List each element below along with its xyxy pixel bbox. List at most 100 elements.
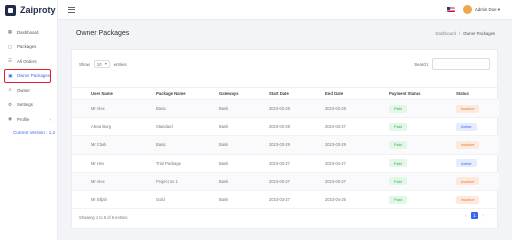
column-header-payment-status[interactable]: Payment Status — [370, 87, 437, 100]
cell-payment-status: Paid — [370, 135, 437, 155]
logo-text: Zaiproty — [20, 5, 56, 15]
previous-page-button[interactable]: ‹ — [463, 213, 469, 218]
sidebar-item-label: Packages — [17, 44, 37, 50]
orders-icon: ☰ — [8, 58, 12, 64]
sidebar-item-label: Dashboard — [17, 29, 39, 35]
hamburger-menu-icon[interactable] — [68, 6, 75, 13]
table-header-row: User Name Package Name Gateways Start Da… — [72, 87, 499, 100]
cell-status: Inactive — [437, 172, 499, 191]
next-page-button[interactable]: › — [480, 213, 486, 218]
sidebar-item-all-orders[interactable]: ☰ All Orders — [0, 54, 57, 69]
cell-start-date: 2023-03-29 — [250, 117, 306, 137]
cell-payment-status: Paid — [370, 154, 437, 173]
cell-end-date: 2023-04-27 — [306, 154, 370, 173]
table-row: Mr Hex Trial Package Bank 2023-03-27 202… — [72, 154, 499, 173]
sidebar: Zaiproty ▦ Dashboard ▢ Packages ☰ All Or… — [0, 0, 58, 240]
logo[interactable]: Zaiproty — [0, 0, 57, 20]
admin-name-dropdown[interactable]: Admin Doe ▾ — [475, 7, 500, 13]
cell-package: Standard — [137, 117, 200, 137]
search-area: Search: — [414, 58, 490, 70]
entries-summary: Showing 1 to 6 of 6 entries — [79, 215, 128, 220]
cell-payment-status: Paid — [370, 99, 437, 119]
column-header-status[interactable]: Status — [437, 87, 499, 100]
top-header: Admin Doe ▾ — [58, 0, 512, 20]
column-header-start-date[interactable]: Start Date — [250, 87, 306, 100]
paid-badge: Paid — [389, 159, 407, 168]
paid-badge: Paid — [389, 140, 407, 149]
cell-status: Active — [437, 117, 499, 137]
sidebar-item-label: All Orders — [17, 58, 37, 64]
sidebar-item-owner-packages[interactable]: ▣ Owner Packages — [4, 68, 51, 83]
owner-packages-card: Show 10 ▼ entries Search: User Name Pack… — [71, 49, 499, 229]
sidebar-nav: ▦ Dashboard ▢ Packages ☰ All Orders ▣ Ow… — [0, 25, 57, 135]
table-row: Mr Alex Project no 1 Bank 2023-03-27 202… — [72, 172, 499, 191]
cell-start-date: 2023-03-29 — [250, 135, 306, 155]
cell-status: Inactive — [437, 135, 499, 155]
column-header-gateways[interactable]: Gateways — [200, 87, 250, 100]
owner-packages-table: User Name Package Name Gateways Start Da… — [72, 87, 499, 210]
sidebar-item-settings[interactable]: ⚙ Settings — [0, 98, 57, 113]
status-badge: Inactive — [456, 140, 480, 149]
paid-badge: Paid — [389, 195, 407, 204]
box-icon: ▢ — [7, 43, 13, 49]
cell-gateway: Bank — [200, 172, 250, 191]
column-header-package-name[interactable]: Package Name — [137, 87, 200, 100]
us-flag-icon[interactable] — [446, 7, 455, 12]
breadcrumb-home-link[interactable]: Dashboard — [435, 31, 456, 36]
search-input[interactable] — [432, 58, 490, 70]
cell-gateway: Bank — [200, 99, 250, 119]
status-badge: Inactive — [456, 104, 480, 113]
table-row: Mr Clark Basic Bank 2023-03-29 2023-03-2… — [72, 135, 499, 155]
owner-packages-icon: ▣ — [8, 72, 13, 78]
cell-gateway: Bank — [200, 190, 250, 210]
header-user-area: Admin Doe ▾ — [446, 5, 500, 14]
cell-user: Mr Elljah — [72, 190, 137, 210]
status-badge: Active — [456, 122, 477, 131]
cell-payment-status: Paid — [370, 190, 437, 210]
chevron-right-icon: › — [49, 116, 51, 122]
page-1-button[interactable]: 1 — [471, 212, 478, 219]
breadcrumb-current: Owner Packages — [463, 31, 495, 36]
cell-package: Trial Package — [137, 154, 200, 173]
show-label: Show — [79, 61, 90, 67]
cell-payment-status: Paid — [370, 172, 437, 191]
chevron-down-icon: ▼ — [104, 62, 108, 66]
gear-icon: ⚙ — [8, 101, 12, 107]
sidebar-item-dashboard[interactable]: ▦ Dashboard — [0, 25, 57, 40]
page-title: Owner Packages — [76, 30, 130, 37]
cell-package: Basic — [137, 135, 200, 155]
cell-gateway: Bank — [200, 154, 250, 173]
cell-package: Basic — [137, 99, 200, 119]
avatar[interactable] — [462, 5, 472, 14]
cell-start-date: 2023-03-29 — [250, 99, 306, 119]
user-icon: ♙ — [8, 87, 12, 93]
table-row: Alexa Burg Standard Bank 2023-03-29 2024… — [72, 117, 499, 137]
cell-package: Project no 1 — [137, 172, 200, 191]
sidebar-item-owner[interactable]: ♙ Owner — [0, 83, 57, 98]
entries-select[interactable]: 10 ▼ — [93, 60, 110, 68]
entries-label: entries — [113, 61, 127, 67]
cell-user: Mr Clark — [72, 135, 137, 155]
cell-status: Inactive — [437, 99, 499, 119]
cell-end-date: 2023-03-27 — [306, 172, 370, 191]
sidebar-item-label: Owner — [17, 87, 30, 93]
column-header-user-name[interactable]: User Name — [72, 87, 137, 100]
cell-user: Alexa Burg — [72, 117, 137, 137]
cell-user: Mr Alex — [72, 172, 137, 191]
cell-end-date: 2023-03-29 — [306, 135, 370, 155]
table-row: Mr Elljah Gold Bank 2023-03-27 2023-04-2… — [72, 190, 499, 210]
cell-user: Mr Hex — [72, 154, 137, 173]
table-row: Mr Alex Basic Bank 2023-03-29 2023-03-29… — [72, 99, 499, 119]
cell-start-date: 2023-03-27 — [250, 172, 306, 191]
cell-start-date: 2023-03-27 — [250, 154, 306, 173]
cell-gateway: Bank — [200, 117, 250, 137]
profile-icon: ◉ — [8, 116, 12, 122]
cell-status: Active — [437, 154, 499, 173]
cell-package: Gold — [137, 190, 200, 210]
cell-end-date: 2024-03-27 — [306, 117, 370, 137]
column-header-end-date[interactable]: End Date — [306, 87, 370, 100]
sidebar-item-profile[interactable]: ◉ Profile › — [0, 112, 57, 127]
search-label: Search: — [414, 61, 429, 67]
sidebar-item-packages[interactable]: ▢ Packages — [0, 40, 57, 55]
cell-user: Mr Alex — [72, 99, 137, 119]
